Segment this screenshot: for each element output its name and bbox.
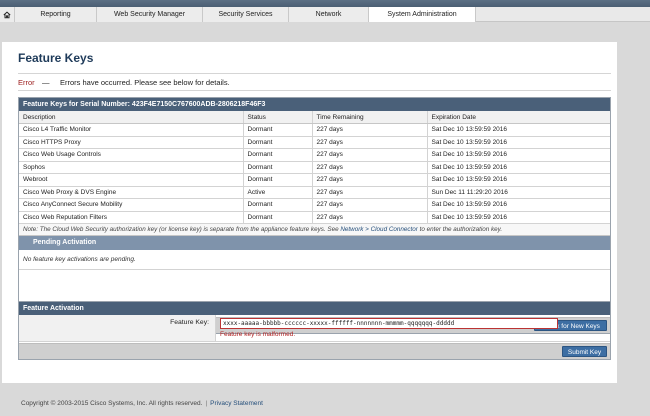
page-title: Feature Keys: [18, 51, 94, 65]
feature-description: Cisco Web Reputation Filters: [19, 211, 243, 224]
feature-expiration: Sat Dec 10 13:59:59 2016: [426, 148, 610, 162]
content-panel: Feature Keys Error — Errors have occurre…: [2, 42, 617, 383]
cloud-key-note: Note: The Cloud Web Security authorizati…: [19, 224, 610, 236]
column-description: Description: [19, 111, 243, 124]
feature-status: Dormant: [242, 173, 312, 187]
note-prefix: Note: The Cloud Web Security authorizati…: [23, 226, 341, 233]
feature-keys-table: Description Status Time Remaining Expira…: [19, 111, 610, 224]
feature-description: Cisco HTTPS Proxy: [19, 136, 243, 149]
home-icon: [3, 11, 11, 18]
feature-activation-heading: Feature Activation: [19, 302, 610, 315]
table-header-row: Description Status Time Remaining Expira…: [19, 111, 610, 124]
tab-security-services[interactable]: Security Services: [203, 7, 289, 22]
feature-status: Dormant: [242, 148, 312, 162]
feature-key-label: Feature Key:: [19, 315, 216, 341]
table-row: Cisco L4 Traffic Monitor Dormant 227 day…: [19, 123, 610, 137]
feature-status: Dormant: [242, 161, 312, 174]
tab-system-administration[interactable]: System Administration: [369, 7, 476, 22]
feature-description: Cisco AnyConnect Secure Mobility: [19, 198, 243, 212]
feature-status: Dormant: [242, 211, 312, 224]
feature-key-row: Feature Key: Feature key is malformed.: [19, 315, 610, 342]
feature-time-remaining: 227 days: [311, 136, 427, 149]
table-row: Cisco Web Reputation Filters Dormant 227…: [19, 211, 610, 224]
feature-status: Dormant: [242, 123, 312, 137]
note-suffix: to enter the authorization key.: [417, 226, 503, 233]
feature-description: Sophos: [19, 161, 243, 174]
pending-activation-message: No feature key activations are pending.: [19, 250, 610, 270]
feature-key-field-wrap: Feature key is malformed.: [216, 315, 558, 341]
feature-expiration: Sat Dec 10 13:59:59 2016: [426, 173, 610, 187]
tab-network[interactable]: Network: [289, 7, 369, 22]
feature-time-remaining: 227 days: [311, 148, 427, 162]
feature-expiration: Sat Dec 10 13:59:59 2016: [426, 211, 610, 224]
table-row: Cisco Web Proxy & DVS Engine Active 227 …: [19, 186, 610, 199]
error-banner: Error — Errors have occurred. Please see…: [18, 75, 611, 90]
tab-reporting[interactable]: Reporting: [15, 7, 97, 22]
error-separator: —: [42, 78, 50, 87]
feature-keys-section: Feature Keys for Serial Number: 423F4E71…: [18, 97, 611, 334]
feature-description: Cisco Web Proxy & DVS Engine: [19, 186, 243, 199]
top-banner: [0, 0, 650, 7]
column-time-remaining: Time Remaining: [311, 111, 427, 124]
feature-time-remaining: 227 days: [311, 186, 427, 199]
feature-time-remaining: 227 days: [311, 161, 427, 174]
feature-description: Webroot: [19, 173, 243, 187]
error-label: Error: [18, 78, 35, 87]
privacy-statement-link[interactable]: Privacy Statement: [210, 400, 263, 407]
feature-expiration: Sat Dec 10 13:59:59 2016: [426, 198, 610, 212]
column-expiration-date: Expiration Date: [426, 111, 610, 124]
feature-status: Dormant: [242, 198, 312, 212]
table-row: Webroot Dormant 227 days Sat Dec 10 13:5…: [19, 173, 610, 187]
feature-key-error: Feature key is malformed.: [220, 331, 296, 338]
main-nav: Reporting Web Security Manager Security …: [0, 7, 650, 22]
title-divider: [18, 73, 611, 74]
table-row: Cisco Web Usage Controls Dormant 227 day…: [19, 148, 610, 162]
tab-web-security-manager[interactable]: Web Security Manager: [97, 7, 203, 22]
feature-expiration: Sat Dec 10 13:59:59 2016: [426, 161, 610, 174]
pending-activation-heading: Pending Activation: [19, 236, 610, 250]
feature-expiration: Sun Dec 11 11:29:20 2016: [426, 186, 610, 199]
feature-time-remaining: 227 days: [311, 211, 427, 224]
table-row: Cisco HTTPS Proxy Dormant 227 days Sat D…: [19, 136, 610, 149]
error-message: Errors have occurred. Please see below f…: [60, 78, 230, 87]
copyright-text: Copyright © 2003-2015 Cisco Systems, Inc…: [21, 400, 203, 407]
home-tab[interactable]: [0, 7, 15, 22]
feature-time-remaining: 227 days: [311, 173, 427, 187]
feature-time-remaining: 227 days: [311, 123, 427, 137]
feature-key-input[interactable]: [220, 318, 558, 329]
feature-activation-actions: Submit Key: [19, 343, 610, 359]
feature-keys-heading: Feature Keys for Serial Number: 423F4E71…: [19, 98, 610, 111]
submit-key-button[interactable]: Submit Key: [562, 346, 607, 357]
footer-separator: |: [205, 400, 208, 407]
feature-status: Active: [242, 186, 312, 199]
feature-status: Dormant: [242, 136, 312, 149]
cloud-connector-link[interactable]: Network > Cloud Connector: [340, 226, 418, 233]
footer: Copyright © 2003-2015 Cisco Systems, Inc…: [21, 400, 263, 407]
column-status: Status: [242, 111, 312, 124]
table-row: Cisco AnyConnect Secure Mobility Dormant…: [19, 198, 610, 212]
feature-activation-section: Feature Activation Feature Key: Feature …: [18, 301, 611, 360]
error-divider: [18, 90, 611, 91]
table-row: Sophos Dormant 227 days Sat Dec 10 13:59…: [19, 161, 610, 174]
feature-time-remaining: 227 days: [311, 198, 427, 212]
feature-description: Cisco Web Usage Controls: [19, 148, 243, 162]
feature-expiration: Sat Dec 10 13:59:59 2016: [426, 136, 610, 149]
feature-expiration: Sat Dec 10 13:59:59 2016: [426, 123, 610, 137]
feature-description: Cisco L4 Traffic Monitor: [19, 123, 243, 137]
